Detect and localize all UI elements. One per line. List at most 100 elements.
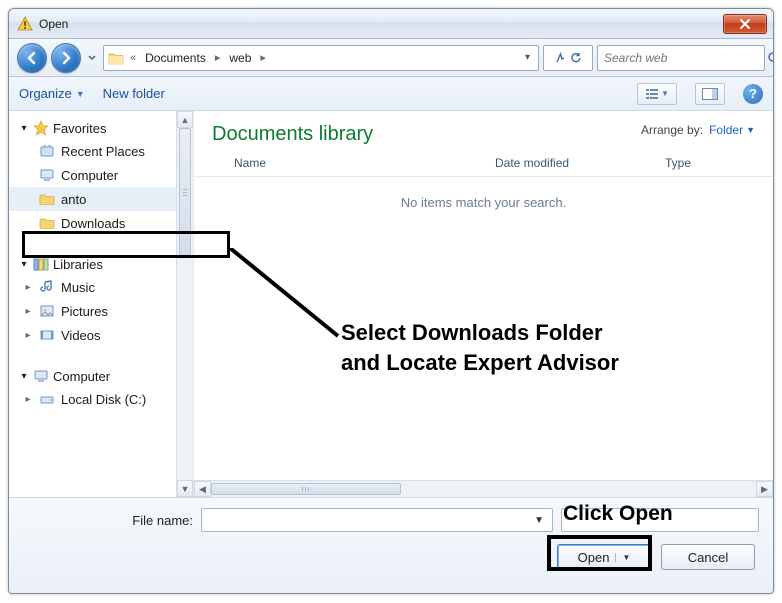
tree-item-label: Computer xyxy=(61,168,118,183)
location-marker-icon xyxy=(554,52,566,64)
file-type-filter[interactable] xyxy=(561,508,759,532)
column-date[interactable]: Date modified xyxy=(495,156,665,170)
scrollbar-thumb[interactable] xyxy=(179,128,191,258)
dialog-footer: File name: ▼ Open ▼ Cancel xyxy=(9,497,773,593)
cancel-button[interactable]: Cancel xyxy=(661,544,755,570)
computer-label: Computer xyxy=(53,369,110,384)
breadcrumb-documents[interactable]: Documents xyxy=(142,50,209,66)
cancel-button-label: Cancel xyxy=(688,550,728,565)
chevron-down-icon: ▼ xyxy=(661,89,669,98)
scroll-up-button[interactable]: ▲ xyxy=(177,111,193,128)
column-name[interactable]: Name xyxy=(234,156,495,170)
forward-button[interactable] xyxy=(51,43,81,73)
filename-input[interactable] xyxy=(206,513,530,528)
sidebar-scrollbar[interactable]: ▲ ▼ xyxy=(176,111,193,497)
organize-label: Organize xyxy=(19,86,72,101)
chevron-down-icon: ▼ xyxy=(76,89,85,99)
tree-item-label: Videos xyxy=(61,328,101,343)
close-button[interactable] xyxy=(723,14,767,34)
arrange-by-value: Folder xyxy=(709,123,743,137)
expand-arrow-icon: ▸ xyxy=(23,306,33,317)
help-icon: ? xyxy=(749,86,757,101)
back-button[interactable] xyxy=(17,43,47,73)
chevron-down-icon xyxy=(88,55,96,61)
tree-item-videos[interactable]: ▸ Videos xyxy=(9,323,193,347)
refresh-button[interactable] xyxy=(543,45,593,71)
search-input[interactable] xyxy=(604,51,761,65)
list-view-icon xyxy=(645,88,659,100)
collapse-arrow-icon: ▾ xyxy=(19,371,29,382)
split-arrow-icon: ▼ xyxy=(615,553,630,562)
collapse-arrow-icon: ▾ xyxy=(19,123,29,134)
drive-icon xyxy=(39,391,55,407)
tree-item-label: Downloads xyxy=(61,216,125,231)
tree-group-libraries[interactable]: ▾ Libraries xyxy=(9,253,193,275)
arrow-right-icon xyxy=(59,51,73,65)
navbar: « Documents ▸ web ▸ ▾ xyxy=(9,39,773,77)
scroll-down-button[interactable]: ▼ xyxy=(177,480,193,497)
computer-icon xyxy=(39,167,55,183)
column-headers[interactable]: Name Date modified Type xyxy=(194,150,773,177)
star-icon xyxy=(33,120,49,136)
breadcrumb-web[interactable]: web xyxy=(226,50,254,66)
libraries-label: Libraries xyxy=(53,257,103,272)
open-button[interactable]: Open ▼ xyxy=(557,544,651,570)
tree-item-computer[interactable]: Computer xyxy=(9,163,193,187)
tree-item-label: Music xyxy=(61,280,95,295)
dropdown-arrow-icon[interactable]: ▼ xyxy=(530,515,548,526)
arrange-by-label: Arrange by: xyxy=(641,123,703,137)
arrow-left-icon xyxy=(25,51,39,65)
tree-item-label: Local Disk (C:) xyxy=(61,392,146,407)
titlebar: Open xyxy=(9,9,773,39)
chevron-right-icon: ▸ xyxy=(258,51,268,64)
scrollbar-thumb[interactable] xyxy=(211,483,401,495)
file-list-pane: Documents library Arrange by: Folder ▼ N… xyxy=(194,111,773,497)
scrollbar-track[interactable] xyxy=(177,128,193,480)
tree-item-pictures[interactable]: ▸ Pictures xyxy=(9,299,193,323)
filename-field-wrap: ▼ xyxy=(201,508,553,532)
tree-item-downloads[interactable]: Downloads xyxy=(9,211,193,235)
scroll-left-button[interactable]: ◀ xyxy=(194,481,211,497)
folder-icon xyxy=(39,191,55,207)
tree-item-label: anto xyxy=(61,192,86,207)
library-title: Documents library xyxy=(212,123,641,146)
tree-item-anto[interactable]: anto xyxy=(9,187,193,211)
libraries-icon xyxy=(33,256,49,272)
view-options-button[interactable]: ▼ xyxy=(637,83,677,105)
scrollbar-track[interactable] xyxy=(211,481,756,497)
preview-pane-icon xyxy=(702,88,718,100)
chevron-right-icon: ▸ xyxy=(213,51,223,64)
organize-menu[interactable]: Organize ▼ xyxy=(19,86,85,101)
expand-arrow-icon: ▸ xyxy=(23,282,33,293)
collapse-arrow-icon: ▾ xyxy=(19,259,29,270)
tree-group-favorites[interactable]: ▾ Favorites xyxy=(9,117,193,139)
videos-icon xyxy=(39,327,55,343)
history-dropdown[interactable] xyxy=(85,45,99,71)
music-icon xyxy=(39,279,55,295)
computer-icon xyxy=(33,368,49,384)
search-box[interactable] xyxy=(597,45,765,71)
tree-item-recent-places[interactable]: Recent Places xyxy=(9,139,193,163)
tree-item-local-disk-c[interactable]: ▸ Local Disk (C:) xyxy=(9,387,193,411)
folder-icon xyxy=(108,50,124,66)
pictures-icon xyxy=(39,303,55,319)
empty-message: No items match your search. xyxy=(194,177,773,210)
new-folder-button[interactable]: New folder xyxy=(103,86,165,101)
tree-group-computer[interactable]: ▾ Computer xyxy=(9,365,193,387)
refresh-icon xyxy=(570,52,582,64)
dialog-body: ▾ Favorites Recent Places Computer anto xyxy=(9,111,773,497)
tree-item-label: Recent Places xyxy=(61,144,145,159)
navigation-pane: ▾ Favorites Recent Places Computer anto xyxy=(9,111,194,497)
address-dropdown[interactable]: ▾ xyxy=(521,52,534,63)
address-bar[interactable]: « Documents ▸ web ▸ ▾ xyxy=(103,45,539,71)
column-type[interactable]: Type xyxy=(665,156,755,170)
scroll-right-button[interactable]: ▶ xyxy=(756,481,773,497)
horizontal-scrollbar[interactable]: ◀ ▶ xyxy=(194,480,773,497)
toolbar: Organize ▼ New folder ▼ ? xyxy=(9,77,773,111)
arrange-by-dropdown[interactable]: Folder ▼ xyxy=(709,123,755,137)
preview-pane-button[interactable] xyxy=(695,83,725,105)
open-dialog: Open « Documents ▸ web ▸ ▾ xyxy=(8,8,774,594)
open-button-label: Open xyxy=(578,550,610,565)
tree-item-music[interactable]: ▸ Music xyxy=(9,275,193,299)
help-button[interactable]: ? xyxy=(743,84,763,104)
